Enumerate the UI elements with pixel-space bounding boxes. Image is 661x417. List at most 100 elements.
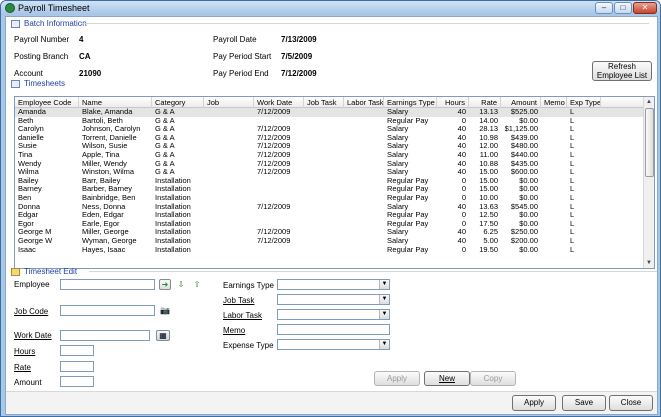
cell-exp-type: L — [570, 211, 575, 220]
table-row[interactable]: George M Miller, George Installation 7/12/2… — [15, 228, 643, 237]
work-date-field[interactable] — [60, 330, 150, 341]
cell-job — [204, 211, 254, 220]
table-row[interactable]: Amanda Blake, Amanda G & A 7/12/2009 Salary 4… — [15, 108, 643, 117]
column-header-name[interactable]: Name — [79, 97, 152, 108]
cell-employee-code: Egor — [18, 219, 34, 228]
column-header-hours[interactable]: Hours — [437, 97, 469, 108]
labor-task-label: Labor Task — [223, 311, 262, 320]
chevron-down-icon[interactable]: ▼ — [379, 280, 389, 289]
cell-job — [204, 142, 254, 151]
earnings-type-select[interactable]: ▼ — [277, 279, 390, 290]
cell-name: Bartoli, Beth — [82, 116, 123, 125]
cell-job — [204, 160, 254, 169]
cell-name: Hayes, Isaac — [82, 245, 126, 254]
job-task-select[interactable]: ▼ — [277, 294, 390, 305]
table-row[interactable]: Edgar Eden, Edgar Installation Regular Pay 0… — [15, 211, 643, 220]
cell-earnings-type: Salary — [387, 202, 409, 211]
column-header-exp-type[interactable]: Exp Type — [567, 97, 601, 108]
chevron-down-icon[interactable]: ▼ — [379, 340, 389, 349]
rate-label: Rate — [14, 363, 31, 372]
amount-label: Amount — [14, 378, 42, 387]
account-value: 21090 — [79, 69, 102, 78]
cell-earnings-type: Regular Pay — [387, 193, 429, 202]
cell-rate: 6.25 — [483, 228, 498, 237]
cell-amount: $1,125.00 — [504, 125, 538, 134]
cell-earnings-type: Salary — [387, 228, 409, 237]
memo-field[interactable] — [277, 324, 390, 335]
employee-label: Employee — [14, 280, 50, 289]
table-row[interactable]: danielle Torrent, Danielle G & A 7/12/2009 S… — [15, 134, 643, 143]
column-header-memo[interactable]: Memo — [541, 97, 567, 108]
cell-labor-task — [344, 185, 384, 194]
scroll-up-arrow-icon[interactable]: ▲ — [644, 97, 654, 107]
hours-field[interactable] — [60, 345, 94, 356]
table-row[interactable]: Wilma Winston, Wilma G & A 7/12/2009 Salary 4… — [15, 168, 643, 177]
cell-job — [204, 228, 254, 237]
column-header-job[interactable]: Job — [204, 97, 254, 108]
chevron-down-icon[interactable]: ▼ — [379, 295, 389, 304]
table-row[interactable]: Wendy Miller, Wendy G & A 7/12/2009 Salary 40… — [15, 160, 643, 169]
column-header-labor-task[interactable]: Labor Task — [344, 97, 384, 108]
close-window-button[interactable]: ✕ — [633, 2, 657, 14]
scroll-thumb[interactable] — [645, 108, 654, 177]
timesheets-grid[interactable]: Employee Code Name Category Job Work Date Job… — [14, 96, 655, 269]
table-row[interactable]: Barney Barber, Barney Installation Regular … — [15, 185, 643, 194]
cell-employee-code: Susie — [18, 142, 37, 151]
cell-hours: 0 — [461, 211, 466, 220]
amount-field[interactable] — [60, 376, 94, 387]
table-row[interactable]: Donna Ness, Donna Installation 7/12/2009 Sal… — [15, 203, 643, 212]
apply-button[interactable]: Apply — [512, 395, 556, 411]
employee-field[interactable] — [60, 279, 155, 290]
cell-work-date: 7/12/2009 — [257, 168, 291, 177]
edit-apply-button[interactable]: Apply — [374, 371, 420, 386]
close-button[interactable]: Close — [609, 395, 653, 411]
column-header-category[interactable]: Category — [152, 97, 204, 108]
move-up-button[interactable]: ⇧ — [191, 279, 203, 290]
column-header-amount[interactable]: Amount — [501, 97, 541, 108]
new-button[interactable]: New — [424, 371, 470, 386]
minimize-button[interactable]: – — [595, 2, 613, 14]
cell-memo — [541, 117, 567, 126]
table-row[interactable]: Tina Apple, Tina G & A 7/12/2009 Salary 40 11.… — [15, 151, 643, 160]
refresh-employee-list-button[interactable]: Refresh Employee List — [592, 61, 652, 81]
calendar-button[interactable]: ▦ — [156, 330, 170, 341]
pay-period-start-value: 7/5/2009 — [281, 52, 313, 61]
grid-vertical-scrollbar[interactable]: ▲ ▼ — [643, 97, 654, 268]
copy-button[interactable]: Copy — [470, 371, 516, 386]
table-row[interactable]: Isaac Hayes, Isaac Installation Regular Pay… — [15, 246, 643, 255]
labor-task-select[interactable]: ▼ — [277, 309, 390, 320]
cell-job — [204, 220, 254, 229]
cell-rate: 10.98 — [479, 133, 498, 142]
cell-rate: 19.50 — [479, 245, 498, 254]
job-task-label: Job Task — [223, 296, 255, 305]
cell-memo — [541, 237, 567, 246]
table-row[interactable]: Susie Wilson, Susie G & A 7/12/2009 Salary 40… — [15, 142, 643, 151]
move-down-button[interactable]: ⇩ — [175, 279, 187, 290]
rate-field[interactable] — [60, 361, 94, 372]
chevron-down-icon[interactable]: ▼ — [379, 310, 389, 319]
cell-work-date: 7/12/2009 — [257, 228, 291, 237]
table-row[interactable]: Bailey Barr, Bailey Installation Regular Pa… — [15, 177, 643, 186]
table-row[interactable]: Egor Earle, Egor Installation Regular Pay 0 1… — [15, 220, 643, 229]
cell-employee-code: Amanda — [18, 108, 46, 116]
table-row[interactable]: Carolyn Johnson, Carolyn G & A 7/12/2009 Sal… — [15, 125, 643, 134]
table-row[interactable]: Beth Bartoli, Beth G & A Regular Pay 0 14.00 $… — [15, 117, 643, 126]
employee-go-button[interactable]: ➜ — [159, 279, 171, 290]
cell-work-date: 7/12/2009 — [257, 142, 291, 151]
grid-rows: Amanda Blake, Amanda G & A 7/12/2009 Salary 4… — [15, 108, 643, 254]
maximize-button[interactable]: □ — [614, 2, 632, 14]
job-lookup-button[interactable]: 📷 — [159, 305, 171, 316]
save-button[interactable]: Save — [562, 395, 606, 411]
job-code-field[interactable] — [60, 305, 155, 316]
cell-earnings-type: Regular Pay — [387, 245, 429, 254]
table-row[interactable]: Ben Bainbridge, Ben Installation Regular Pa… — [15, 194, 643, 203]
section-icon — [11, 79, 20, 88]
column-header-rate[interactable]: Rate — [469, 97, 501, 108]
expense-type-select[interactable]: ▼ — [277, 339, 390, 350]
cell-employee-code: George M — [18, 228, 52, 237]
column-header-job-task[interactable]: Job Task — [304, 97, 344, 108]
table-row[interactable]: George W Wyman, George Installation 7/12/20… — [15, 237, 643, 246]
column-header-work-date[interactable]: Work Date — [254, 97, 304, 108]
column-header-employee-code[interactable]: Employee Code — [15, 97, 79, 108]
column-header-earnings-type[interactable]: Earnings Type — [384, 97, 437, 108]
